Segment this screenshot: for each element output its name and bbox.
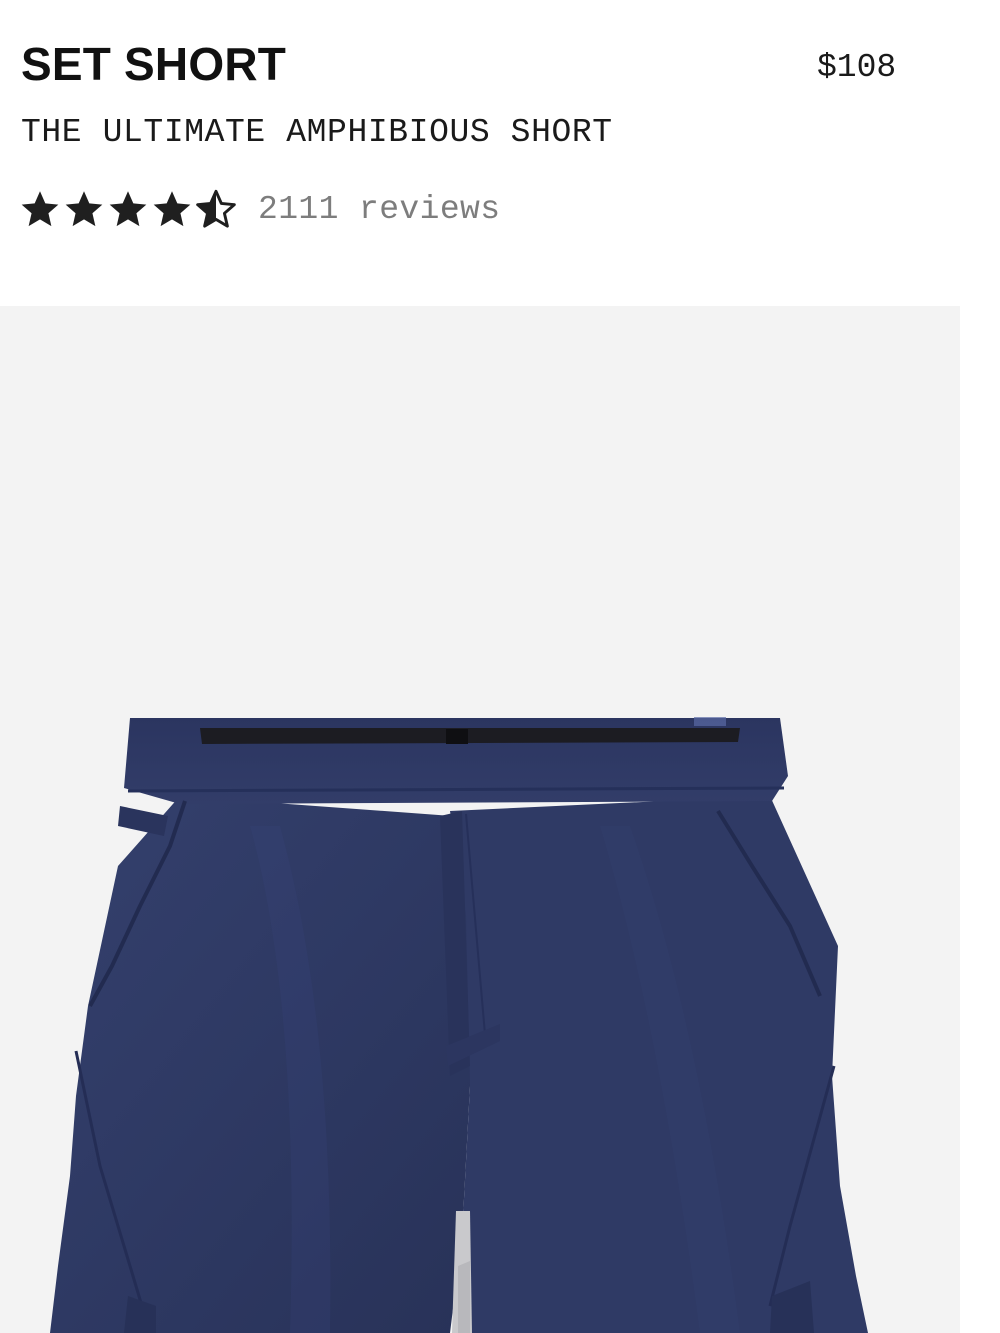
- rating-summary[interactable]: 2111 reviews: [18, 186, 500, 234]
- star-filled-icon: [21, 191, 59, 227]
- star-filled-icon: [65, 191, 103, 227]
- star-half-icon: [196, 189, 236, 228]
- product-title: SET SHORT: [21, 38, 287, 90]
- product-image[interactable]: [0, 306, 960, 1333]
- reviews-count-link[interactable]: 2111 reviews: [258, 190, 500, 230]
- product-header: SET SHORT $108 THE ULTIMATE AMPHIBIOUS S…: [0, 0, 1000, 306]
- product-tagline: THE ULTIMATE AMPHIBIOUS SHORT: [21, 114, 613, 151]
- product-gallery[interactable]: [0, 306, 960, 1333]
- star-filled-icon: [109, 191, 147, 227]
- product-price: $108: [817, 49, 897, 86]
- star-filled-icon: [153, 191, 191, 227]
- star-rating: [18, 188, 238, 232]
